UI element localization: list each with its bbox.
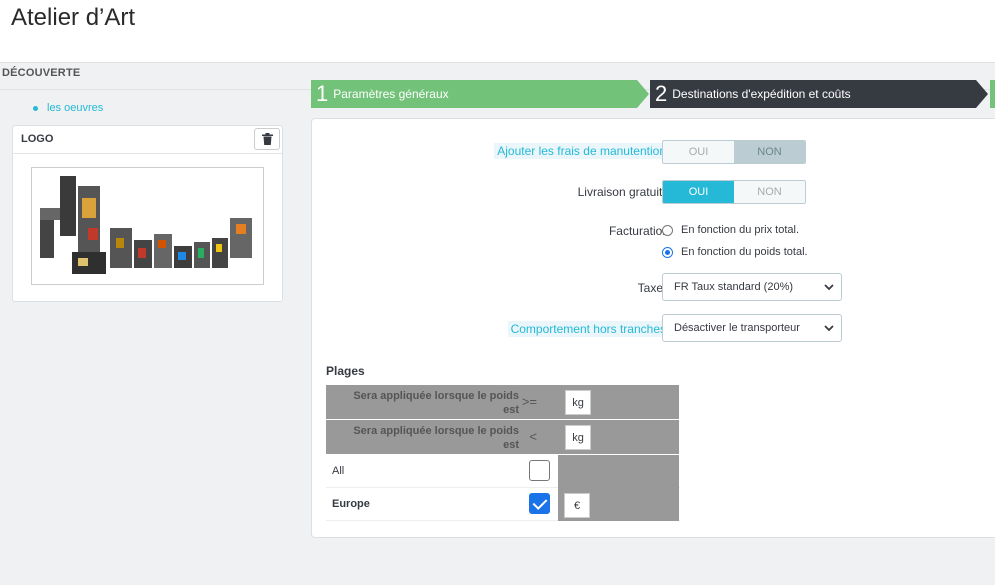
zone-row-europe: Europe € — [326, 488, 680, 521]
billing-radio-weight[interactable]: En fonction du poids total. — [662, 246, 808, 258]
chevron-down-icon — [824, 325, 834, 332]
handling-fees-label: Ajouter les frais de manutention — [494, 143, 669, 159]
zone-name: Europe — [332, 498, 370, 510]
step-label: Paramètres généraux — [333, 87, 449, 101]
step-number: 1 — [316, 81, 329, 106]
radio-button[interactable] — [662, 224, 673, 236]
carrier-wizard-steps: 1 Paramètres généraux 2 Destinations d'e… — [311, 80, 995, 110]
chevron-down-icon — [824, 284, 834, 291]
radio-label: En fonction du prix total. — [681, 224, 800, 236]
ranges-title: Plages — [326, 364, 365, 378]
range-row-label: Sera appliquée lorsque le poids est < — [326, 420, 545, 454]
range-input-cell: kg — [559, 385, 679, 419]
zone-checkbox[interactable] — [529, 460, 550, 481]
select-value: Désactiver le transporteur — [674, 322, 800, 334]
range-min-unit[interactable]: kg — [565, 390, 591, 415]
range-condition-text: Sera appliquée lorsque le poids est — [353, 390, 519, 416]
zone-price-currency[interactable]: € — [564, 493, 590, 518]
free-shipping-label: Livraison gratuite — [577, 185, 669, 199]
handling-fees-switch[interactable]: OUI NON — [662, 140, 806, 164]
radio-label: En fonction du poids total. — [681, 246, 808, 258]
taxes-select[interactable]: FR Taux standard (20%) — [662, 273, 842, 301]
range-operator: >= — [521, 394, 537, 409]
free-shipping-switch[interactable]: OUI NON — [662, 180, 806, 204]
range-row-max: Sera appliquée lorsque le poids est < kg — [326, 420, 680, 455]
zone-row-all: All — [326, 455, 680, 488]
range-operator: < — [529, 429, 537, 444]
tree-link-les-oeuvres[interactable]: les oeuvres — [47, 102, 103, 114]
switch-no-option[interactable]: NON — [734, 181, 805, 203]
zone-name: All — [332, 465, 345, 477]
delete-logo-button[interactable] — [254, 128, 280, 150]
range-row-label: Sera appliquée lorsque le poids est >= — [326, 385, 545, 419]
logo-card: LOGO — [12, 125, 283, 302]
range-max-unit[interactable]: kg — [565, 425, 591, 450]
billing-label: Facturation — [608, 224, 669, 238]
step-number: 2 — [655, 81, 668, 106]
range-condition-text: Sera appliquée lorsque le poids est — [353, 425, 519, 451]
zone-checkbox[interactable] — [529, 493, 550, 514]
trash-icon — [261, 133, 273, 145]
range-input-cell: kg — [559, 420, 679, 454]
breadcrumb: DÉCOUVERTE — [2, 67, 81, 79]
out-of-range-label: Comportement hors tranches — [507, 321, 669, 337]
wizard-step-3[interactable] — [990, 80, 995, 108]
billing-radio-price[interactable]: En fonction du prix total. — [662, 224, 799, 236]
switch-no-option[interactable]: NON — [734, 141, 805, 163]
out-of-range-select[interactable]: Désactiver le transporteur — [662, 314, 842, 342]
header-bar — [0, 0, 995, 63]
wizard-step-1[interactable]: 1 Paramètres généraux — [311, 80, 649, 108]
logo-card-header: LOGO — [13, 126, 282, 154]
switch-yes-option[interactable]: OUI — [663, 181, 734, 203]
wizard-step-2[interactable]: 2 Destinations d'expédition et coûts — [650, 80, 988, 108]
shipping-form-panel: Ajouter les frais de manutention OUI NON… — [311, 118, 995, 538]
range-row-min: Sera appliquée lorsque le poids est >= k… — [326, 385, 680, 420]
zone-price-cell: € — [558, 488, 679, 521]
step-label: Destinations d'expédition et coûts — [672, 87, 851, 101]
bullet-icon — [33, 106, 38, 111]
range-gap — [545, 385, 559, 419]
shop-logo-image — [31, 167, 264, 285]
logo-card-title: LOGO — [21, 133, 54, 145]
range-gap — [545, 420, 559, 454]
ranges-table: Sera appliquée lorsque le poids est >= k… — [326, 385, 680, 521]
switch-yes-option[interactable]: OUI — [663, 141, 734, 163]
radio-button[interactable] — [662, 246, 673, 258]
page-title: Atelier d’Art — [11, 4, 136, 31]
zone-price-cell — [558, 455, 679, 488]
select-value: FR Taux standard (20%) — [674, 281, 794, 293]
